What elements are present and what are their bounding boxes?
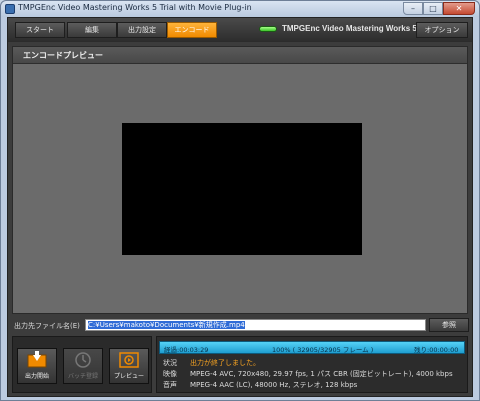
tab-encode[interactable]: エンコード: [167, 22, 217, 38]
status-panel: 経過:00:03:29 100% ( 32905/32905 フレーム ) 残り…: [156, 336, 468, 393]
start-output-button[interactable]: 出力開始: [17, 348, 57, 384]
window-controls: – □ ✕: [403, 2, 475, 15]
state-value: 出力が終了しました。: [190, 359, 260, 367]
audio-label: 音声: [163, 381, 177, 389]
app-body: スタート 編集 出力設定 エンコード TMPGEnc Video Masteri…: [7, 17, 473, 397]
browse-button[interactable]: 参照: [429, 318, 469, 332]
status-led-icon: [259, 25, 277, 32]
preview-header: エンコードプレビュー: [13, 47, 467, 64]
tab-edit[interactable]: 編集: [67, 22, 117, 38]
minimize-button[interactable]: –: [403, 2, 423, 15]
top-navigation: スタート 編集 出力設定 エンコード TMPGEnc Video Masteri…: [8, 18, 472, 42]
progress-text: 100% ( 32905/32905 フレーム ): [272, 346, 374, 354]
output-start-icon: [27, 351, 47, 368]
encode-preview-panel: エンコードプレビュー: [12, 46, 468, 314]
action-buttons: 出力開始 バッチ登録 プレビュー: [12, 336, 152, 393]
batch-register-button[interactable]: バッチ登録: [63, 348, 103, 384]
app-window: TMPGEnc Video Mastering Works 5 Trial wi…: [0, 0, 480, 401]
output-filename-label: 出力先ファイル名(E): [14, 322, 80, 330]
close-button[interactable]: ✕: [443, 2, 475, 15]
output-filename-input[interactable]: C:¥Users¥makoto¥Documents¥新規作成.mp4: [85, 319, 426, 331]
video-value: MPEG-4 AVC, 720x480, 29.97 fps, 1 パス CBR…: [190, 370, 453, 378]
audio-value: MPEG-4 AAC (LC), 48000 Hz, ステレオ, 128 kbp…: [190, 381, 358, 389]
brand: TMPGEnc Video Mastering Works 5: [259, 24, 417, 33]
video-preview: [122, 123, 362, 255]
window-title: TMPGEnc Video Mastering Works 5 Trial wi…: [18, 3, 252, 12]
maximize-button[interactable]: □: [423, 2, 443, 15]
tab-output-settings[interactable]: 出力設定: [117, 22, 167, 38]
preview-title: エンコードプレビュー: [23, 51, 103, 60]
batch-register-label: バッチ登録: [67, 373, 98, 380]
clock-icon: [75, 352, 91, 368]
remaining-time: 残り:00:00:00: [414, 346, 459, 354]
video-label: 映像: [163, 370, 177, 378]
state-label: 状況: [163, 359, 177, 367]
progress-bar: 経過:00:03:29 100% ( 32905/32905 フレーム ) 残り…: [159, 341, 465, 354]
tab-start[interactable]: スタート: [15, 22, 65, 38]
elapsed-time: 経過:00:03:29: [164, 346, 209, 354]
output-filename-value: C:¥Users¥makoto¥Documents¥新規作成.mp4: [88, 321, 245, 329]
preview-label: プレビュー: [113, 373, 144, 380]
preview-button[interactable]: プレビュー: [109, 348, 149, 384]
title-bar[interactable]: TMPGEnc Video Mastering Works 5 Trial wi…: [1, 1, 479, 17]
brand-name: TMPGEnc Video Mastering Works 5: [282, 24, 417, 33]
preview-icon: [119, 352, 139, 368]
app-icon: [5, 4, 15, 14]
options-button[interactable]: オプション: [416, 22, 468, 38]
start-output-label: 出力開始: [24, 373, 49, 380]
